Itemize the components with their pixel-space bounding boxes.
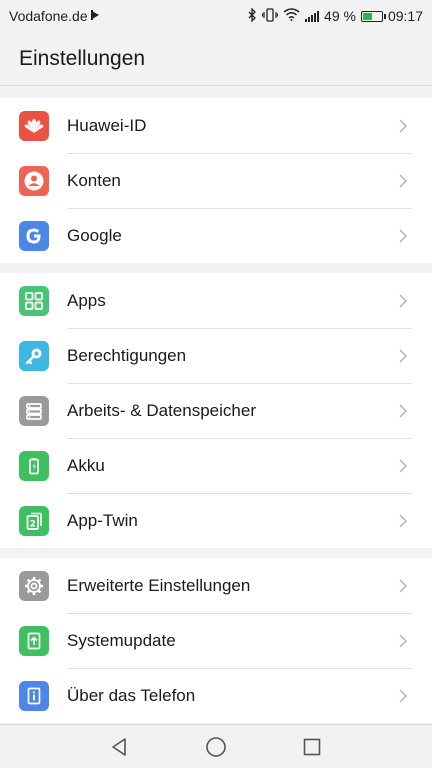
navigation-bar: [0, 724, 432, 768]
back-button[interactable]: [107, 734, 133, 760]
chevron-right-icon: [388, 626, 418, 656]
settings-item-label: Arbeits- & Datenspeicher: [67, 400, 256, 420]
recents-square-icon: [303, 738, 321, 755]
settings-item-erweiterte-einstellungen[interactable]: Erweiterte Einstellungen: [0, 558, 432, 613]
recents-button[interactable]: [299, 734, 325, 760]
battery-percent: 49 %: [324, 8, 356, 24]
info-icon: [19, 680, 49, 711]
chevron-right-icon: [388, 396, 418, 426]
settings-item-akku[interactable]: Akku: [0, 438, 432, 493]
settings-item-huawei-id[interactable]: Huawei-ID: [0, 98, 432, 153]
settings-item-berechtigungen[interactable]: Berechtigungen: [0, 328, 432, 383]
app-twin-icon: 2: [19, 505, 49, 536]
chevron-right-icon: [388, 681, 418, 711]
vibrate-icon: [261, 7, 279, 25]
settings-item-ueber-das-telefon[interactable]: Über das Telefon: [0, 668, 432, 723]
storage-icon: [19, 395, 49, 426]
status-left: Vodafone.de: [9, 8, 101, 24]
system-update-icon: [19, 625, 49, 656]
chevron-right-icon: [388, 571, 418, 601]
settings-item-systemupdate[interactable]: Systemupdate: [0, 613, 432, 668]
svg-text:2: 2: [30, 519, 36, 529]
settings-item-arbeits-and-datenspeicher[interactable]: Arbeits- & Datenspeicher: [0, 383, 432, 438]
settings-item-konten[interactable]: Konten: [0, 153, 432, 208]
chevron-right-icon: [388, 286, 418, 316]
google-icon: [19, 220, 49, 251]
signal-icon: [305, 10, 320, 22]
cast-icon: [90, 9, 101, 23]
carrier-label: Vodafone.de: [9, 8, 88, 24]
clock: 09:17: [387, 8, 423, 24]
chevron-right-icon: [388, 506, 418, 536]
home-circle-icon: [206, 736, 226, 757]
bluetooth-icon: [248, 6, 257, 25]
page-title: Einstellungen: [19, 46, 146, 70]
huawei-logo-icon: [19, 110, 49, 141]
chevron-right-icon: [388, 166, 418, 196]
account-icon: [19, 165, 49, 196]
app-bar: Einstellungen: [0, 32, 432, 86]
home-button[interactable]: [203, 734, 229, 760]
settings-group: Apps Berechtigungen Arbeits- & Datenspeich…: [0, 273, 432, 548]
battery-icon: [360, 10, 386, 22]
chevron-right-icon: [388, 451, 418, 481]
settings-item-label: Akku: [67, 455, 105, 475]
settings-item-label: Erweiterte Einstellungen: [67, 575, 251, 595]
settings-item-label: Apps: [67, 290, 106, 310]
settings-item-label: Systemupdate: [67, 630, 176, 650]
settings-item-label: Über das Telefon: [67, 685, 196, 705]
wifi-icon: [283, 8, 300, 24]
status-bar: Vodafone.de 49 % 09:17: [0, 0, 432, 32]
chevron-right-icon: [388, 221, 418, 251]
settings-item-label: Konten: [67, 170, 121, 190]
back-triangle-icon: [112, 737, 126, 756]
settings-item-label: Huawei-ID: [67, 115, 147, 135]
battery-icon: [19, 450, 49, 481]
settings-item-google[interactable]: Google: [0, 208, 432, 263]
battery-level-fill: [362, 12, 372, 20]
gear-icon: [19, 570, 49, 601]
settings-item-app-twin[interactable]: 2 App-Twin: [0, 493, 432, 548]
settings-group: Erweiterte Einstellungen Systemupdate Über…: [0, 558, 432, 723]
settings-item-label: Google: [67, 225, 122, 245]
settings-item-apps[interactable]: Apps: [0, 273, 432, 328]
key-icon: [19, 340, 49, 371]
status-right: 49 % 09:17: [248, 6, 423, 25]
settings-list: Huawei-ID Konten Google Apps Berechtigungen A…: [0, 98, 432, 733]
settings-group: Huawei-ID Konten Google: [0, 98, 432, 263]
apps-grid-icon: [19, 285, 49, 316]
settings-item-label: App-Twin: [67, 510, 138, 530]
chevron-right-icon: [388, 341, 418, 371]
settings-item-label: Berechtigungen: [67, 345, 187, 365]
chevron-right-icon: [388, 111, 418, 141]
